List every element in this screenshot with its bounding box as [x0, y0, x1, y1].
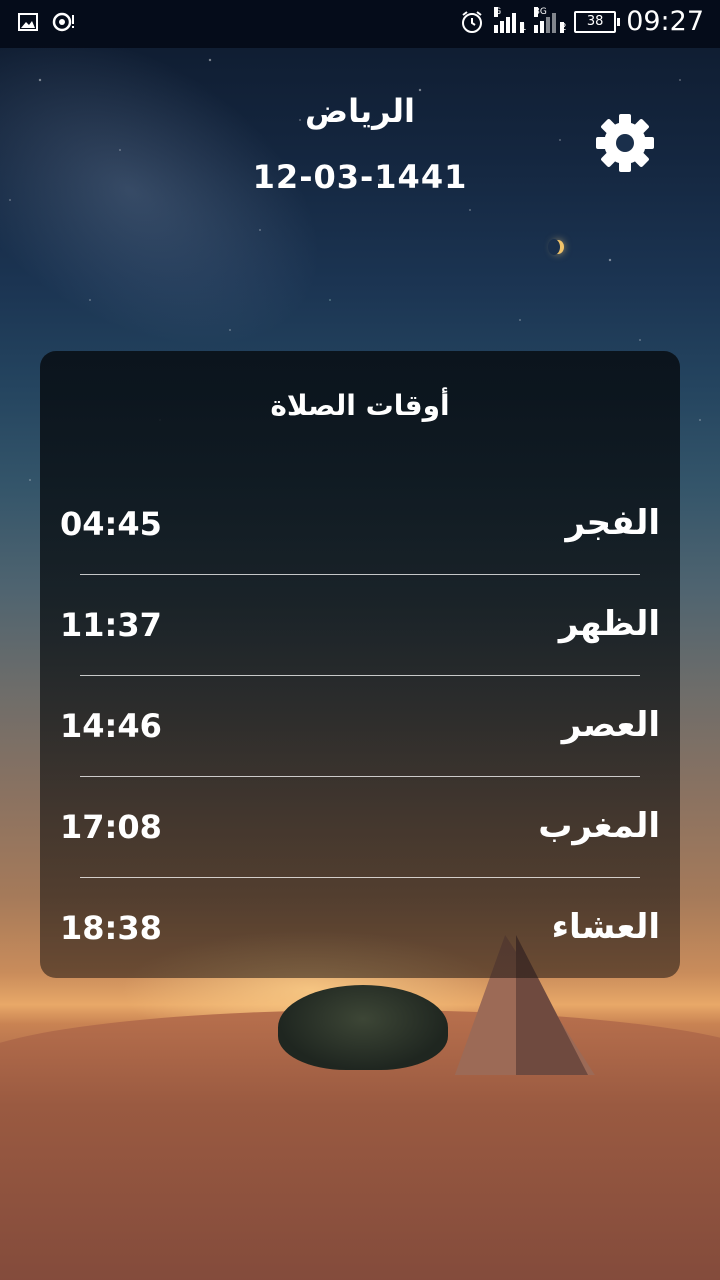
status-time: 09:27 — [626, 6, 704, 37]
sim-2-label: 2 — [560, 21, 567, 33]
gear-icon — [596, 114, 654, 172]
prayer-row-maghrib: المغرب 17:08 — [60, 776, 660, 876]
status-bar: G 1 3G 2 38 09:27 — [0, 0, 720, 48]
prayer-name: العشاء — [551, 907, 660, 947]
battery-icon: 38 — [574, 10, 621, 33]
signal-sim2-icon: 3G 2 — [534, 6, 567, 33]
prayer-time: 17:08 — [60, 808, 162, 846]
moon-image — [548, 239, 564, 255]
card-title: أوقات الصلاة — [270, 389, 450, 422]
prayer-time: 18:38 — [60, 909, 162, 947]
prayer-name: العصر — [561, 705, 660, 745]
signal-sim1-icon: G 1 — [494, 6, 527, 33]
settings-button[interactable] — [594, 112, 656, 174]
prayer-name: الفجر — [565, 503, 660, 543]
prayer-row-asr: العصر 14:46 — [60, 675, 660, 775]
network-type-1: G — [494, 6, 502, 17]
prayer-name: الظهر — [558, 604, 660, 644]
prayer-row-dhuhr: الظهر 11:37 — [60, 574, 660, 674]
prayer-row-fajr: الفجر 04:45 — [60, 473, 660, 573]
sim-1-label: 1 — [520, 21, 527, 33]
prayer-row-isha: العشاء 18:38 — [60, 877, 660, 977]
sync-alert-icon — [52, 12, 74, 32]
desert-bush — [278, 985, 448, 1070]
network-type-2: 3G — [534, 6, 547, 17]
app-screen: G 1 3G 2 38 09:27 الرياض 12-03-1441 أوقا… — [0, 0, 720, 1280]
prayer-time: 04:45 — [60, 505, 162, 543]
prayer-times-card: أوقات الصلاة الفجر 04:45 الظهر 11:37 الع… — [40, 351, 680, 978]
image-icon — [18, 12, 38, 32]
alarm-icon — [460, 10, 484, 34]
prayer-time: 14:46 — [60, 707, 162, 745]
prayer-name: المغرب — [538, 806, 660, 846]
battery-level: 38 — [586, 13, 604, 29]
prayer-time: 11:37 — [60, 606, 162, 644]
